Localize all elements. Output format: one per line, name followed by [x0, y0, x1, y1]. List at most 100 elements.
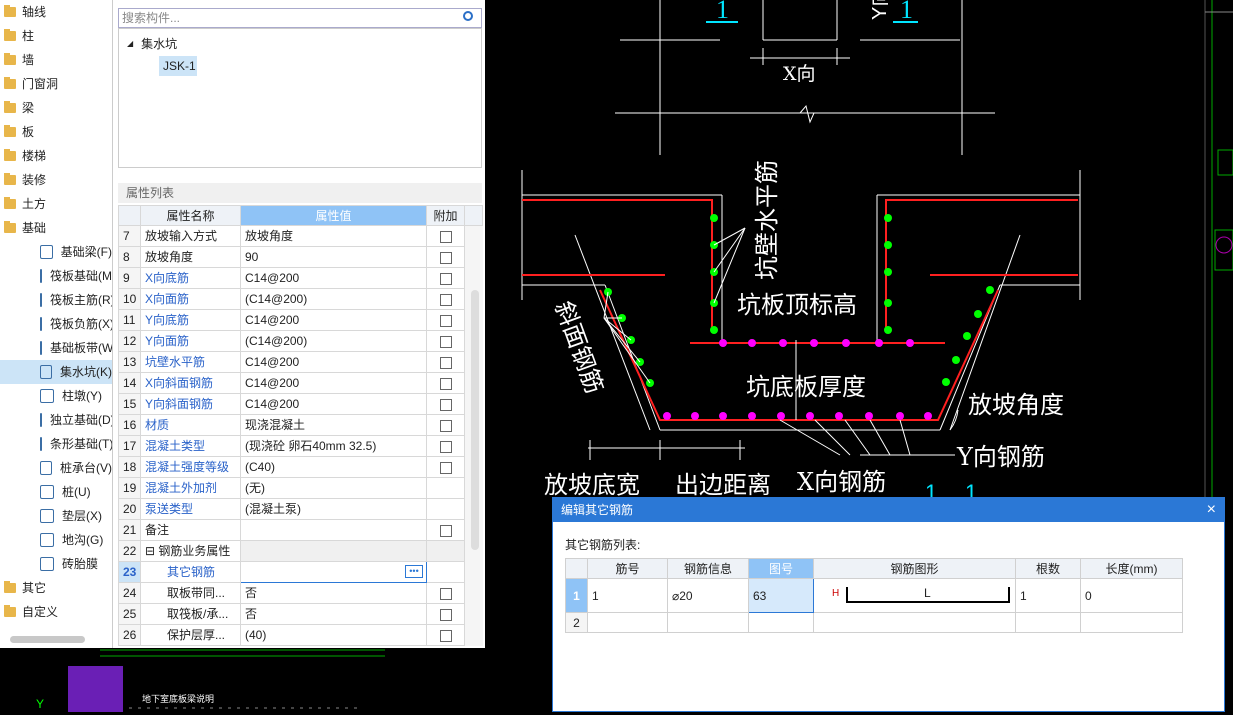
extra-checkbox-cell[interactable]: [426, 519, 465, 541]
property-row[interactable]: 16 材质 现浇混凝土: [118, 414, 483, 436]
property-value[interactable]: 否: [240, 603, 427, 625]
extra-checkbox-cell[interactable]: [426, 267, 465, 289]
header-extra[interactable]: 附加: [426, 205, 465, 226]
tree-item[interactable]: 土方: [0, 192, 112, 216]
property-value[interactable]: 否: [240, 582, 427, 604]
property-value[interactable]: (现浇砼 卵石40mm 32.5): [240, 435, 427, 457]
search-icon[interactable]: [463, 11, 473, 21]
extra-checkbox[interactable]: [439, 608, 452, 621]
extra-checkbox-cell[interactable]: [426, 603, 465, 625]
rebar-info[interactable]: [667, 612, 749, 633]
extra-checkbox[interactable]: [439, 335, 452, 348]
property-row[interactable]: 22 ⊟ 钢筋业务属性: [118, 540, 483, 562]
tree-sub-item[interactable]: 桩承台(V): [0, 456, 112, 480]
extra-checkbox[interactable]: [439, 377, 452, 390]
property-row[interactable]: 18 混凝土强度等级 (C40): [118, 456, 483, 478]
rebar-col-header[interactable]: 钢筋信息: [667, 558, 749, 579]
rebar-length[interactable]: [1080, 612, 1183, 633]
tree-item[interactable]: 自定义: [0, 600, 112, 624]
rebar-shape[interactable]: HL: [813, 578, 1016, 613]
extra-checkbox[interactable]: [439, 314, 452, 327]
rebar-col-header[interactable]: 钢筋图形: [813, 558, 1016, 579]
rebar-count[interactable]: [1015, 612, 1081, 633]
tree-item[interactable]: 柱: [0, 24, 112, 48]
rebar-col-header[interactable]: 图号: [748, 558, 814, 579]
extra-checkbox-cell[interactable]: [426, 225, 465, 247]
rebar-info[interactable]: ⌀20: [667, 578, 749, 613]
extra-checkbox-cell[interactable]: [426, 330, 465, 352]
extra-checkbox[interactable]: [439, 230, 452, 243]
tree-item[interactable]: 装修: [0, 168, 112, 192]
tree-item[interactable]: 其它: [0, 576, 112, 600]
extra-checkbox[interactable]: [439, 629, 452, 642]
extra-checkbox-cell[interactable]: [426, 372, 465, 394]
rebar-bar-number[interactable]: 1: [587, 578, 668, 613]
tree-item[interactable]: 板: [0, 120, 112, 144]
property-value[interactable]: C14@200: [240, 372, 427, 394]
property-row[interactable]: 7 放坡输入方式 放坡角度: [118, 225, 483, 247]
property-value[interactable]: (混凝土泵): [240, 498, 427, 520]
property-value[interactable]: C14@200: [240, 351, 427, 373]
property-row[interactable]: 19 混凝土外加剂 (无): [118, 477, 483, 499]
property-row[interactable]: 23 其它钢筋 •••: [118, 561, 483, 583]
extra-checkbox[interactable]: [439, 293, 452, 306]
rebar-row[interactable]: 2: [565, 612, 1183, 633]
property-row[interactable]: 21 备注: [118, 519, 483, 541]
property-row[interactable]: 26 保护层厚... (40): [118, 624, 483, 646]
property-row[interactable]: 8 放坡角度 90: [118, 246, 483, 268]
tree-sub-item[interactable]: 条形基础(T): [0, 432, 112, 456]
search-input[interactable]: 搜索构件...: [118, 8, 482, 28]
tree-item[interactable]: 门窗洞: [0, 72, 112, 96]
extra-checkbox-cell[interactable]: [426, 309, 465, 331]
rebar-col-header[interactable]: 长度(mm): [1080, 558, 1183, 579]
rebar-figure-number[interactable]: [748, 612, 814, 633]
property-row[interactable]: 24 取板带同... 否: [118, 582, 483, 604]
rebar-bar-number[interactable]: [587, 612, 668, 633]
extra-checkbox-cell[interactable]: [426, 624, 465, 646]
extra-checkbox[interactable]: [439, 251, 452, 264]
property-value[interactable]: 现浇混凝土: [240, 414, 427, 436]
property-value[interactable]: (40): [240, 624, 427, 646]
tree-item[interactable]: 楼梯: [0, 144, 112, 168]
tree-sub-item[interactable]: 筏板基础(M): [0, 264, 112, 288]
property-value[interactable]: (C14@200): [240, 288, 427, 310]
tree-sub-item[interactable]: 地沟(G): [0, 528, 112, 552]
extra-checkbox[interactable]: [439, 587, 452, 600]
extra-checkbox[interactable]: [439, 356, 452, 369]
component-item-jsk1[interactable]: JSK-1: [159, 56, 197, 76]
property-value[interactable]: •••: [240, 561, 427, 583]
header-property-name[interactable]: 属性名称: [140, 205, 241, 226]
property-value[interactable]: (C40): [240, 456, 427, 478]
header-property-value[interactable]: 属性值: [240, 205, 427, 226]
rebar-col-header[interactable]: 筋号: [587, 558, 668, 579]
extra-checkbox[interactable]: [439, 419, 452, 432]
tree-sub-item[interactable]: 桩(U): [0, 480, 112, 504]
extra-checkbox-cell[interactable]: [426, 393, 465, 415]
rebar-col-header[interactable]: 根数: [1015, 558, 1081, 579]
tree-sub-item[interactable]: 柱墩(Y): [0, 384, 112, 408]
extra-checkbox[interactable]: [439, 272, 452, 285]
tree-sub-item[interactable]: 筏板负筋(X): [0, 312, 112, 336]
tree-horizontal-scrollbar[interactable]: [10, 636, 85, 643]
property-row[interactable]: 13 坑壁水平筋 C14@200: [118, 351, 483, 373]
property-row[interactable]: 11 Y向底筋 C14@200: [118, 309, 483, 331]
extra-checkbox-cell[interactable]: [426, 582, 465, 604]
property-value[interactable]: C14@200: [240, 267, 427, 289]
property-row[interactable]: 17 混凝土类型 (现浇砼 卵石40mm 32.5): [118, 435, 483, 457]
tree-sub-item[interactable]: 基础板带(W): [0, 336, 112, 360]
property-value[interactable]: 90: [240, 246, 427, 268]
extra-checkbox-cell[interactable]: [426, 414, 465, 436]
extra-checkbox-cell[interactable]: [426, 456, 465, 478]
property-value[interactable]: [240, 519, 427, 541]
property-row[interactable]: 10 X向面筋 (C14@200): [118, 288, 483, 310]
extra-checkbox[interactable]: [439, 461, 452, 474]
rebar-col-header[interactable]: [565, 558, 588, 579]
property-row[interactable]: 25 取筏板/承... 否: [118, 603, 483, 625]
component-group-label[interactable]: 集水坑: [141, 35, 177, 52]
extra-checkbox[interactable]: [439, 398, 452, 411]
property-value[interactable]: (无): [240, 477, 427, 499]
property-scrollbar[interactable]: [471, 290, 479, 550]
dialog-title-bar[interactable]: 编辑其它钢筋: [553, 498, 1224, 522]
rebar-figure-number[interactable]: 63: [748, 578, 814, 613]
tree-item[interactable]: 基础: [0, 216, 112, 240]
